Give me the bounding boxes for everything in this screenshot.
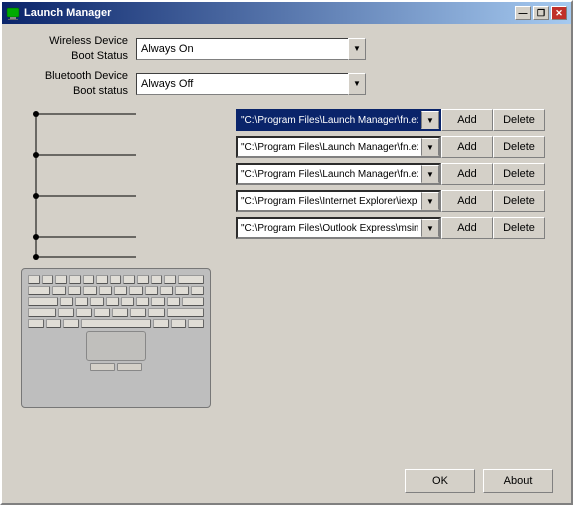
launch-combo-4[interactable]: ▼ (236, 217, 441, 239)
delete-button-1[interactable]: Delete (493, 136, 545, 158)
add-button-3[interactable]: Add (441, 190, 493, 212)
launch-combo-3[interactable]: ▼ (236, 190, 441, 212)
launch-row-3: ▼ Add Delete (231, 190, 557, 212)
launch-combo-1[interactable]: ▼ (236, 136, 441, 158)
ok-button[interactable]: OK (405, 469, 475, 493)
delete-button-4[interactable]: Delete (493, 217, 545, 239)
wireless-label: Wireless Device Boot Status (16, 34, 136, 64)
keyboard-side (16, 109, 231, 239)
minimize-button[interactable]: — (515, 6, 531, 20)
wireless-row: Wireless Device Boot Status Always On Al… (16, 34, 557, 64)
bluetooth-select[interactable]: Always On Always Off (136, 73, 366, 95)
delete-button-0[interactable]: Delete (493, 109, 545, 131)
window-icon (6, 6, 20, 20)
close-button[interactable]: ✕ (551, 6, 567, 20)
touchpad-left-btn[interactable] (90, 363, 115, 371)
main-window: Launch Manager — ❐ ✕ Wireless Device Boo… (0, 0, 573, 505)
launch-row-1: ▼ Add Delete (231, 136, 557, 158)
launch-input-2[interactable] (238, 165, 421, 183)
launch-combo-0[interactable]: ▼ (236, 109, 441, 131)
launch-input-1[interactable] (238, 138, 421, 156)
window-title: Launch Manager (24, 7, 515, 19)
launch-combo-2[interactable]: ▼ (236, 163, 441, 185)
launch-input-4[interactable] (238, 219, 421, 237)
add-button-2[interactable]: Add (441, 163, 493, 185)
footer: OK About (16, 459, 557, 497)
launch-combo-btn-4[interactable]: ▼ (421, 219, 439, 237)
launch-combo-btn-2[interactable]: ▼ (421, 165, 439, 183)
touchpad-right-btn[interactable] (117, 363, 142, 371)
launch-rows: ▼ Add Delete ▼ Add Delete (231, 109, 557, 239)
bluetooth-dropdown-wrapper: Always On Always Off ▼ (136, 73, 366, 95)
touchpad-buttons (28, 363, 204, 371)
title-bar: Launch Manager — ❐ ✕ (2, 2, 571, 24)
launch-combo-btn-1[interactable]: ▼ (421, 138, 439, 156)
main-content: Wireless Device Boot Status Always On Al… (2, 24, 571, 503)
launch-row-2: ▼ Add Delete (231, 163, 557, 185)
restore-button[interactable]: ❐ (533, 6, 549, 20)
add-button-4[interactable]: Add (441, 217, 493, 239)
bluetooth-label: Bluetooth Device Boot status (16, 69, 136, 99)
launch-section: ▼ Add Delete ▼ Add Delete (16, 109, 557, 239)
about-button[interactable]: About (483, 469, 553, 493)
launch-combo-btn-0[interactable]: ▼ (421, 111, 439, 129)
launch-row-4: ▼ Add Delete (231, 217, 557, 239)
bluetooth-row: Bluetooth Device Boot status Always On A… (16, 69, 557, 99)
add-button-0[interactable]: Add (441, 109, 493, 131)
delete-button-2[interactable]: Delete (493, 163, 545, 185)
wireless-dropdown-wrapper: Always On Always Off ▼ (136, 38, 366, 60)
add-button-1[interactable]: Add (441, 136, 493, 158)
launch-row-0: ▼ Add Delete (231, 109, 557, 131)
keyboard-image (21, 264, 211, 408)
launch-input-0[interactable] (238, 111, 421, 129)
delete-button-3[interactable]: Delete (493, 190, 545, 212)
launch-combo-btn-3[interactable]: ▼ (421, 192, 439, 210)
launch-input-3[interactable] (238, 192, 421, 210)
title-bar-buttons: — ❐ ✕ (515, 6, 567, 20)
touchpad (86, 331, 146, 361)
wireless-select[interactable]: Always On Always Off (136, 38, 366, 60)
